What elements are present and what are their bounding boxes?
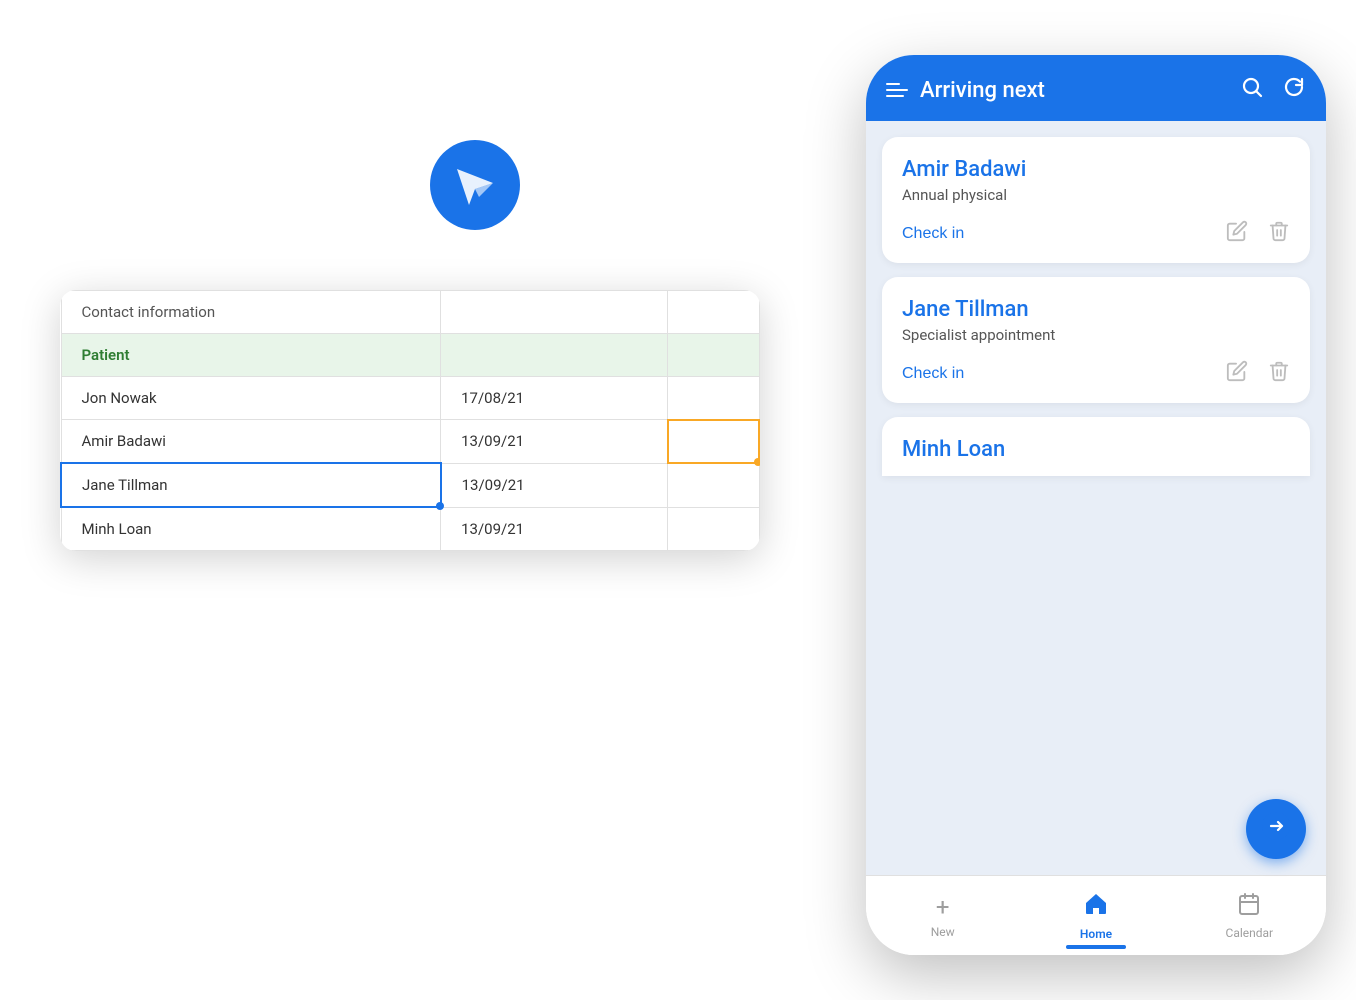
- table-row: Minh Loan 13/09/21: [61, 507, 759, 551]
- nav-label-new: New: [931, 925, 955, 939]
- patient-name-amir: Amir Badawi: [902, 157, 1290, 182]
- new-icon: +: [936, 893, 950, 921]
- patient-card-amir: Amir Badawi Annual physical Check in: [882, 137, 1310, 263]
- check-in-button-jane[interactable]: Check in: [902, 365, 964, 383]
- patient-date-2: 13/09/21: [441, 420, 668, 464]
- nav-label-home: Home: [1080, 927, 1112, 941]
- patient-icons-amir: [1226, 220, 1290, 247]
- phone-header-left: Arriving next: [886, 78, 1045, 103]
- section-col2: [441, 334, 668, 377]
- refresh-icon[interactable]: [1282, 75, 1306, 105]
- nav-label-calendar: Calendar: [1226, 926, 1274, 940]
- header-col1: Contact information: [61, 291, 441, 334]
- app-logo-container: [430, 140, 520, 230]
- table-row-selected: Jane Tillman 13/09/21: [61, 463, 759, 507]
- patient-appointment-jane: Specialist appointment: [902, 326, 1290, 344]
- phone-header: Arriving next: [866, 55, 1326, 121]
- patient-date-1: 17/08/21: [441, 377, 668, 420]
- delete-icon-jane[interactable]: [1268, 360, 1290, 387]
- patient-actions-amir: Check in: [902, 220, 1290, 247]
- patient-name-3: Jane Tillman: [61, 463, 441, 507]
- patient-card-jane: Jane Tillman Specialist appointment Chec…: [882, 277, 1310, 403]
- phone-content: Amir Badawi Annual physical Check in: [866, 121, 1326, 881]
- edit-icon-jane[interactable]: [1226, 360, 1248, 387]
- patient-extra-1: [668, 377, 759, 420]
- spreadsheet-card: Contact information Patient Jon Nowak 17…: [60, 290, 760, 551]
- app-logo-background: [430, 140, 520, 230]
- calendar-icon: [1237, 892, 1261, 922]
- hamburger-line-3: [886, 95, 904, 97]
- fab-arrow-icon: [1261, 811, 1291, 848]
- patient-icons-jane: [1226, 360, 1290, 387]
- home-icon: [1083, 891, 1109, 923]
- nav-item-home[interactable]: Home: [1019, 891, 1172, 941]
- hamburger-line-2: [886, 89, 908, 91]
- section-label: Patient: [61, 334, 441, 377]
- patient-name-2: Amir Badawi: [61, 420, 441, 464]
- patient-card-minh-partial: Minh Loan: [882, 417, 1310, 476]
- patient-actions-jane: Check in: [902, 360, 1290, 387]
- menu-icon[interactable]: [886, 83, 908, 97]
- patient-name-minh: Minh Loan: [902, 437, 1290, 462]
- paper-plane-icon: [451, 161, 499, 209]
- table-row: Jon Nowak 17/08/21: [61, 377, 759, 420]
- patient-extra-4: [668, 507, 759, 551]
- search-icon[interactable]: [1240, 75, 1264, 105]
- patient-name-jane: Jane Tillman: [902, 297, 1290, 322]
- header-col2: [441, 291, 668, 334]
- nav-item-new[interactable]: + New: [866, 893, 1019, 939]
- patient-extra-3: [668, 463, 759, 507]
- table-row: Amir Badawi 13/09/21: [61, 420, 759, 464]
- phone-screen-title: Arriving next: [920, 78, 1045, 103]
- nav-item-calendar[interactable]: Calendar: [1173, 892, 1326, 940]
- phone-bottom-nav: + New Home Calendar: [866, 875, 1326, 955]
- hamburger-line-1: [886, 83, 900, 85]
- patient-extra-2-selected[interactable]: [668, 420, 759, 464]
- patient-name-1: Jon Nowak: [61, 377, 441, 420]
- table-section-row: Patient: [61, 334, 759, 377]
- fab-checkin-button[interactable]: [1246, 799, 1306, 859]
- section-col3: [668, 334, 759, 377]
- patient-date-3: 13/09/21: [441, 463, 668, 507]
- home-indicator-bar: [1066, 945, 1126, 949]
- phone-mockup: Arriving next Amir Badawi Annual physica…: [866, 55, 1326, 955]
- check-in-button-amir[interactable]: Check in: [902, 225, 964, 243]
- table-header-row: Contact information: [61, 291, 759, 334]
- patient-date-4: 13/09/21: [441, 507, 668, 551]
- phone-header-actions: [1240, 75, 1306, 105]
- patient-table: Contact information Patient Jon Nowak 17…: [60, 290, 760, 551]
- patient-appointment-amir: Annual physical: [902, 186, 1290, 204]
- header-col3: [668, 291, 759, 334]
- patient-name-4: Minh Loan: [61, 507, 441, 551]
- edit-icon-amir[interactable]: [1226, 220, 1248, 247]
- delete-icon-amir[interactable]: [1268, 220, 1290, 247]
